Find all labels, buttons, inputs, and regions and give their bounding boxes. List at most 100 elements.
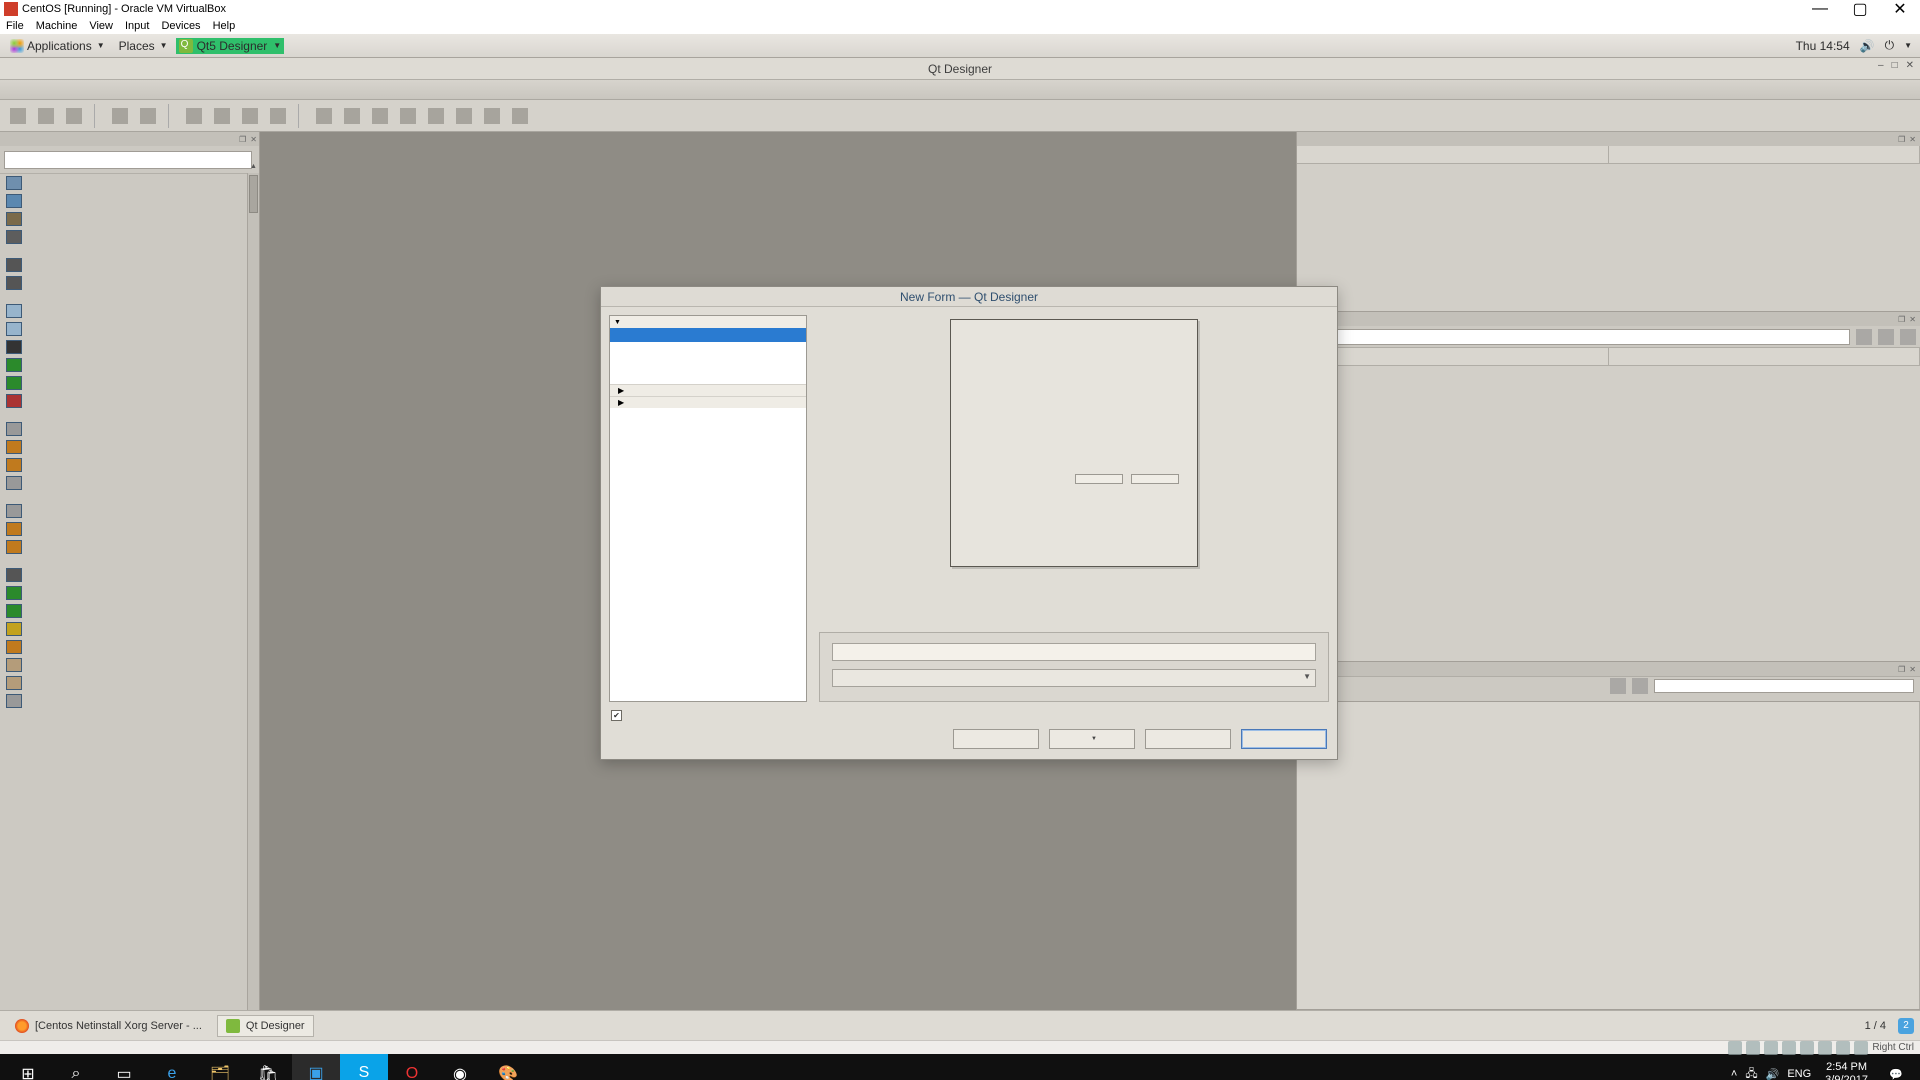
tb-open-icon[interactable]: [34, 104, 58, 128]
widget-box-scrollbar[interactable]: ▲ ▼: [247, 173, 259, 1010]
dock-float-icon[interactable]: ❐: [1898, 135, 1905, 144]
taskbar-firefox[interactable]: [Centos Netinstall Xorg Server - ...: [6, 1015, 211, 1037]
vb-display-icon[interactable]: [1818, 1041, 1832, 1055]
config-icon[interactable]: [1900, 329, 1916, 345]
taskbar-clock[interactable]: 2:54 PM 3/9/2017: [1817, 1061, 1876, 1080]
tb-layout-form-icon[interactable]: [452, 104, 476, 128]
dialog-create-button[interactable]: [953, 729, 1039, 749]
tb-layout-h-icon[interactable]: [312, 104, 336, 128]
taskbar-virtualbox-icon[interactable]: ▣: [292, 1054, 340, 1080]
object-inspector-columns[interactable]: [1297, 146, 1920, 164]
property-editor-columns[interactable]: [1297, 348, 1920, 366]
widget-box-filter-input[interactable]: [4, 151, 252, 169]
vb-shared-icon[interactable]: [1800, 1041, 1814, 1055]
task-view-button[interactable]: ▭: [100, 1054, 148, 1080]
host-menu-devices[interactable]: Devices: [161, 20, 200, 32]
panel-clock[interactable]: Thu 14:54: [1796, 39, 1850, 53]
tb-layout-vs-icon[interactable]: [396, 104, 420, 128]
vb-usb-icon[interactable]: [1782, 1041, 1796, 1055]
tb-adjust-size-icon[interactable]: [508, 104, 532, 128]
vb-cd-icon[interactable]: [1746, 1041, 1760, 1055]
app-minimize-button[interactable]: –: [1878, 60, 1884, 71]
dock-close-icon[interactable]: ✕: [1909, 315, 1916, 324]
host-minimize-button[interactable]: —: [1800, 0, 1840, 18]
dock-float-icon[interactable]: ❐: [1898, 315, 1905, 324]
host-close-button[interactable]: ✕: [1880, 0, 1920, 19]
search-button[interactable]: ⌕: [52, 1054, 100, 1080]
host-menubar: File Machine View Input Devices Help: [0, 18, 1920, 34]
tray-language[interactable]: ENG: [1787, 1068, 1811, 1080]
tb-undo-icon[interactable]: [108, 104, 132, 128]
tb-taborder-icon[interactable]: [266, 104, 290, 128]
action-center-icon[interactable]: 💬: [1876, 1068, 1916, 1080]
tray-volume-icon[interactable]: 🔊: [1766, 1068, 1780, 1080]
remove-dynamic-prop-icon[interactable]: [1878, 329, 1894, 345]
panel-active-app[interactable]: Qt5 Designer ▼: [176, 38, 285, 54]
add-dynamic-prop-icon[interactable]: [1856, 329, 1872, 345]
dialog-recent-button[interactable]: [1145, 729, 1231, 749]
sig-remove-icon[interactable]: [1632, 678, 1648, 694]
tb-layout-grid-icon[interactable]: [424, 104, 448, 128]
tray-network-icon[interactable]: 🖧: [1745, 1065, 1757, 1080]
dialog-open-button[interactable]: [1049, 729, 1135, 749]
tb-save-icon[interactable]: [62, 104, 86, 128]
host-menu-view[interactable]: View: [89, 20, 113, 32]
widget-box-tree[interactable]: [0, 173, 247, 1010]
tb-layout-hs-icon[interactable]: [368, 104, 392, 128]
host-menu-help[interactable]: Help: [213, 20, 236, 32]
chevron-down-icon[interactable]: ▼: [1904, 41, 1912, 50]
host-menu-machine[interactable]: Machine: [36, 20, 78, 32]
tb-buddies-icon[interactable]: [238, 104, 262, 128]
device-profile-field[interactable]: [832, 643, 1316, 661]
show-on-startup-checkbox[interactable]: ✔: [611, 710, 1327, 721]
dock-float-icon[interactable]: ❐: [1898, 665, 1905, 674]
dock-close-icon[interactable]: ✕: [1909, 135, 1916, 144]
host-menu-file[interactable]: File: [6, 20, 24, 32]
host-maximize-button[interactable]: ▢: [1840, 0, 1880, 19]
dock-close-icon[interactable]: ✕: [250, 135, 257, 144]
dock-close-icon[interactable]: ✕: [1909, 665, 1916, 674]
sig-add-icon[interactable]: [1610, 678, 1626, 694]
app-menubar[interactable]: [0, 80, 1920, 100]
scroll-thumb[interactable]: [249, 175, 258, 213]
taskbar-qt-designer[interactable]: Qt Designer: [217, 1015, 314, 1037]
taskbar-edge-icon[interactable]: e: [148, 1054, 196, 1080]
vb-net-icon[interactable]: [1764, 1041, 1778, 1055]
vb-mouse-icon[interactable]: [1854, 1041, 1868, 1055]
tb-layout-v-icon[interactable]: [340, 104, 364, 128]
dock-float-icon[interactable]: ❐: [239, 135, 246, 144]
app-close-button[interactable]: ✕: [1906, 60, 1914, 71]
app-maximize-button[interactable]: □: [1892, 60, 1898, 71]
tb-editwidgets-icon[interactable]: [182, 104, 206, 128]
taskbar-skype-icon[interactable]: S: [340, 1054, 388, 1080]
taskbar-opera-icon[interactable]: O: [388, 1054, 436, 1080]
workspace-indicator[interactable]: 1 / 4: [1865, 1020, 1886, 1032]
template-selected-row[interactable]: [610, 328, 806, 342]
tray-chevron-up-icon[interactable]: ˄: [1731, 1068, 1737, 1080]
start-button[interactable]: ⊞: [4, 1054, 52, 1080]
volume-icon[interactable]: 🔊: [1860, 39, 1875, 53]
vb-hd-icon[interactable]: [1728, 1041, 1742, 1055]
tb-signals-icon[interactable]: [210, 104, 234, 128]
tb-break-layout-icon[interactable]: [480, 104, 504, 128]
taskbar-chrome-icon[interactable]: ◉: [436, 1054, 484, 1080]
taskbar-store-icon[interactable]: 🛍: [244, 1054, 292, 1080]
sig-filter-input[interactable]: [1654, 679, 1914, 693]
panel-places-menu[interactable]: Places ▼: [113, 37, 174, 55]
dialog-close-button[interactable]: [1241, 729, 1327, 749]
property-filter-input[interactable]: [1301, 329, 1850, 345]
tb-new-icon[interactable]: [6, 104, 30, 128]
taskbar-explorer-icon[interactable]: 🗂: [196, 1054, 244, 1080]
tb-redo-icon[interactable]: [136, 104, 160, 128]
workspace-badge[interactable]: 2: [1898, 1018, 1914, 1034]
screen-size-combo[interactable]: [832, 669, 1316, 687]
host-menu-input[interactable]: Input: [125, 20, 149, 32]
taskbar-paint-icon[interactable]: 🎨: [484, 1054, 532, 1080]
action-editor[interactable]: [1297, 856, 1920, 1010]
panel-applications-menu[interactable]: Applications ▼: [4, 37, 111, 55]
template-tree[interactable]: ▼ ▶ ▶: [609, 315, 807, 702]
resource-browser[interactable]: [1297, 702, 1920, 856]
power-icon[interactable]: ⏻: [1885, 38, 1895, 53]
scroll-up-icon[interactable]: ▲: [248, 160, 259, 172]
vb-rec-icon[interactable]: [1836, 1041, 1850, 1055]
